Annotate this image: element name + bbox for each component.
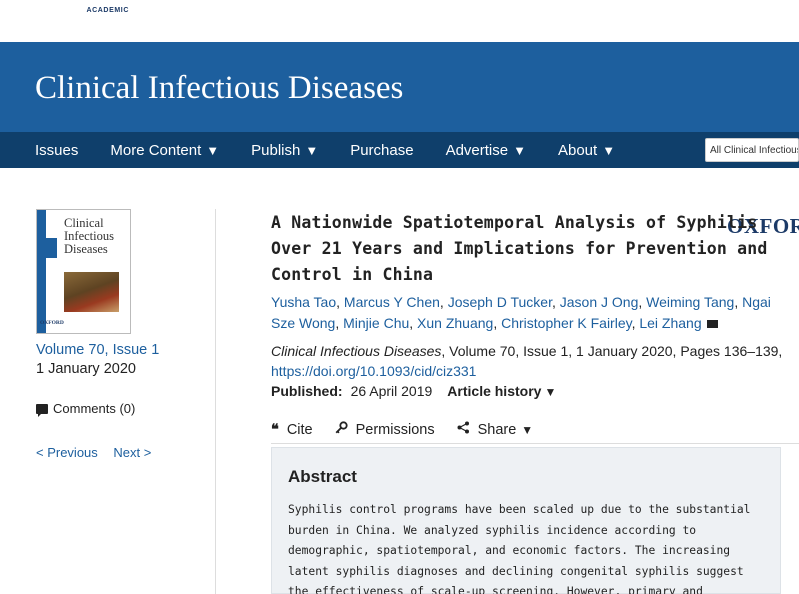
column-divider (215, 209, 216, 594)
journal-title[interactable]: Clinical Infectious Diseases (35, 70, 403, 107)
comments-link[interactable]: Comments (0) (36, 401, 206, 417)
caret-down-icon: ▼ (602, 142, 616, 158)
search-scope-select[interactable]: All Clinical Infectious Diseases (705, 138, 799, 162)
article-header: A Nationwide Spatiotemporal Analysis of … (271, 210, 786, 438)
publication-info: Published: 26 April 2019 Article history… (271, 383, 786, 399)
journal-banner: Clinical Infectious Diseases (0, 42, 799, 132)
comments-label: Comments (0) (53, 401, 136, 416)
article-history-label: Article history (447, 383, 542, 399)
article-pager: < Previous Next > (36, 445, 206, 460)
share-button[interactable]: Share ▼ (457, 421, 534, 438)
cover-badge (37, 238, 57, 258)
logo-sub: ACADEMIC (86, 7, 129, 14)
caret-down-icon: ▼ (513, 142, 526, 158)
author-link[interactable]: Christopher K Fairley (501, 315, 631, 331)
next-link[interactable]: Next > (113, 445, 151, 460)
nav-item-advertise[interactable]: Advertise ▼ (446, 142, 526, 159)
abstract-heading: Abstract (288, 467, 357, 486)
author-link[interactable]: Minjie Chu (343, 315, 409, 331)
nav-item-label: Advertise (445, 141, 509, 159)
nav-item-label: Issues (35, 141, 79, 159)
comment-icon (36, 403, 48, 417)
cover-strip (37, 210, 46, 333)
permissions-label: Permissions (355, 421, 435, 438)
previous-link[interactable]: < Previous (36, 445, 98, 460)
nav-item-about[interactable]: About ▼ (558, 142, 615, 159)
oxford-academic-logo[interactable]: OXFORD ACADEMIC (35, 6, 799, 237)
author-link[interactable]: Xun Zhuang (417, 315, 493, 331)
author-link[interactable]: Weiming Tang (646, 294, 734, 310)
author-link[interactable]: Joseph D Tucker (448, 294, 552, 310)
abstract-panel: Abstract Syphilis control programs have … (271, 447, 781, 594)
author-link[interactable]: Marcus Y Chen (344, 294, 440, 310)
article-title: A Nationwide Spatiotemporal Analysis of … (271, 213, 768, 284)
brand-bar: OXFORD ACADEMIC (0, 0, 799, 237)
caret-down-icon: ▼ (521, 422, 534, 437)
tools-divider (271, 443, 799, 444)
nav-item-label: Publish (251, 141, 301, 159)
nav-item-purchase[interactable]: Purchase (350, 142, 413, 159)
issue-link[interactable]: Volume 70, Issue 1 (36, 342, 206, 358)
share-icon (457, 421, 470, 438)
author-link[interactable]: Lei Zhang (639, 315, 701, 331)
caret-down-icon: ▼ (206, 142, 220, 158)
cover-title: Clinical Infectious Diseases (64, 216, 114, 256)
caret-down-icon: ▼ (544, 385, 557, 399)
share-label: Share (477, 421, 517, 438)
citation-journal: Clinical Infectious Diseases (271, 343, 442, 359)
article-history-toggle[interactable]: Article history ▼ (447, 383, 556, 399)
nav-item-more-content[interactable]: More Content ▼ (110, 142, 219, 159)
quote-icon: ❝ (271, 421, 279, 438)
nav-item-publish[interactable]: Publish ▼ (251, 142, 318, 159)
citation: Clinical Infectious Diseases, Volume 70,… (271, 342, 786, 381)
cite-button[interactable]: ❝ Cite (271, 422, 313, 438)
cover-publisher: OXFORD (40, 320, 64, 326)
cite-label: Cite (286, 421, 313, 438)
author-link[interactable]: Jason J Ong (560, 294, 639, 310)
permissions-button[interactable]: Permissions (335, 421, 435, 438)
doi-link[interactable]: https://doi.org/10.1093/cid/ciz331 (271, 363, 476, 379)
nav-item-label: Purchase (350, 141, 414, 159)
published-date: 26 April 2019 (350, 383, 433, 399)
citation-details: , Volume 70, Issue 1, 1 January 2020, Pa… (441, 343, 783, 359)
issue-date: 1 January 2020 (36, 361, 136, 377)
published-label: Published: (271, 383, 343, 399)
cover-illustration (64, 272, 119, 312)
journal-cover-image[interactable]: Clinical Infectious Diseases OXFORD (36, 209, 131, 334)
nav-item-label: More Content (110, 141, 202, 159)
nav-item-issues[interactable]: Issues (35, 142, 78, 159)
key-icon (335, 421, 348, 438)
main-nav: Issues More Content ▼ Publish ▼ Purchase A… (0, 132, 799, 168)
issue-sidebar: Clinical Infectious Diseases OXFORD Volu… (36, 209, 206, 460)
author-list: Yusha Tao, Marcus Y Chen, Joseph D Tucke… (271, 294, 771, 331)
nav-item-label: About (557, 141, 598, 159)
author-link[interactable]: Yusha Tao (271, 294, 336, 310)
article-tools: ❝ Cite Permissions Share ▼ (271, 421, 786, 438)
mail-icon[interactable] (706, 320, 718, 328)
abstract-text: Syphilis control programs have been scal… (288, 503, 751, 594)
caret-down-icon: ▼ (305, 142, 319, 158)
